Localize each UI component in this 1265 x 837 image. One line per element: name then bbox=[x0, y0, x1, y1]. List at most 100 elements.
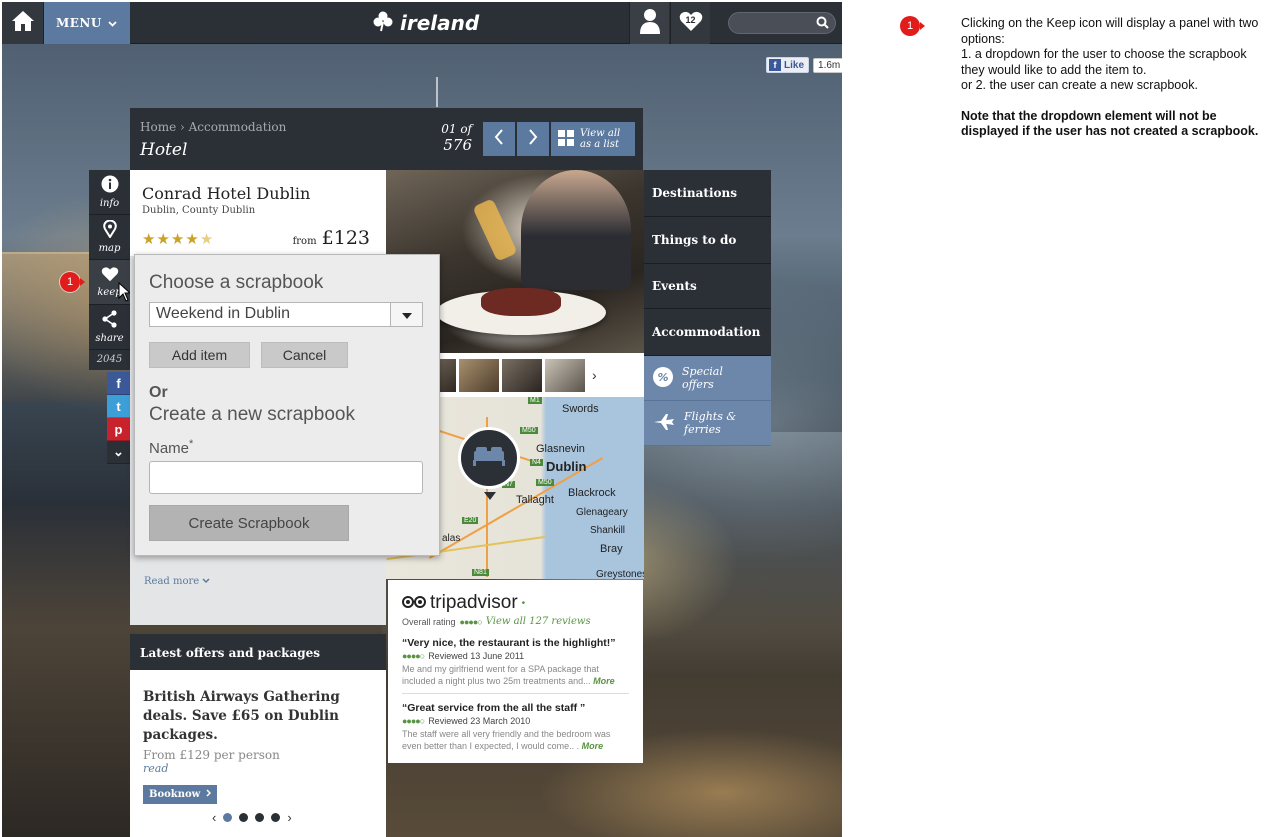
menu-label: MENU bbox=[56, 16, 102, 30]
counter-total: 576 bbox=[443, 136, 472, 154]
offers-heading: Latest offers and packages bbox=[130, 634, 386, 670]
carousel-prev-icon[interactable]: ‹ bbox=[212, 810, 216, 825]
thumbnails-next-icon[interactable]: › bbox=[592, 367, 597, 383]
thumbnail[interactable] bbox=[459, 358, 499, 392]
book-now-button[interactable]: Booknow bbox=[143, 785, 218, 804]
cancel-button[interactable]: Cancel bbox=[261, 342, 348, 368]
annotation-line-2: 1. a dropdown for the user to choose the… bbox=[961, 47, 1247, 77]
rating-bubbles-icon: ●●●●○ bbox=[459, 616, 483, 627]
map-road-shield: M50 bbox=[536, 479, 554, 486]
special-offers-line1: Special bbox=[682, 365, 723, 378]
pinterest-share-button[interactable]: p bbox=[107, 418, 130, 441]
menu-item-special-offers[interactable]: % Special offers bbox=[644, 356, 771, 401]
view-all-reviews-link[interactable]: View all 127 reviews bbox=[486, 616, 591, 627]
review-more-link[interactable]: More bbox=[593, 676, 615, 686]
scrapbook-actions: Add item Cancel bbox=[149, 342, 425, 368]
annotation-marker-arrow bbox=[920, 22, 925, 30]
chevron-down-icon bbox=[108, 16, 117, 30]
name-field-label: Name* bbox=[149, 438, 425, 457]
menu-button[interactable]: MENU bbox=[44, 2, 130, 44]
favourites-button[interactable]: 12 bbox=[670, 2, 710, 44]
review-meta: ●●●●○ Reviewed 23 March 2010 bbox=[402, 716, 629, 726]
menu-item-things-to-do[interactable]: Things to do bbox=[644, 217, 771, 264]
add-item-button[interactable]: Add item bbox=[149, 342, 250, 368]
or-separator: Or bbox=[149, 384, 168, 401]
scrapbook-dropdown-value[interactable]: Weekend in Dublin bbox=[149, 302, 391, 327]
special-offers-label: Special offers bbox=[682, 365, 723, 391]
breadcrumb[interactable]: Home › Accommodation bbox=[140, 120, 286, 134]
share-action[interactable]: share bbox=[89, 305, 130, 350]
review-excerpt: Me and my girlfriend went for a SPA pack… bbox=[402, 663, 629, 687]
read-more-link[interactable]: Read more bbox=[144, 576, 210, 587]
carousel-dot[interactable] bbox=[271, 813, 281, 822]
offer-card: British Airways Gathering deals. Save £6… bbox=[130, 670, 386, 837]
carousel-dot[interactable] bbox=[223, 813, 233, 822]
info-action[interactable]: info bbox=[89, 170, 130, 215]
star-empty-icon: ★ bbox=[199, 231, 215, 248]
name-label-text: Name bbox=[149, 440, 190, 457]
search-input[interactable] bbox=[729, 13, 815, 33]
marker-pointer-icon bbox=[484, 487, 496, 505]
percent-icon: % bbox=[652, 366, 674, 391]
price-from: from bbox=[292, 236, 317, 247]
star-icon: ★ bbox=[170, 231, 186, 248]
facebook-share-button[interactable]: f bbox=[107, 372, 130, 395]
map-road-shield: M1 bbox=[528, 397, 542, 404]
map-action[interactable]: map bbox=[89, 215, 130, 260]
page-title: Hotel bbox=[140, 140, 188, 160]
brand-logo[interactable]: ireland bbox=[372, 10, 479, 36]
social-share-list: f t p ⌄ bbox=[107, 372, 130, 464]
offer-price: From £129 per person bbox=[143, 748, 280, 762]
user-icon bbox=[639, 8, 661, 39]
review-item: “Very nice, the restaurant is the highli… bbox=[402, 637, 629, 687]
carousel-dot[interactable] bbox=[255, 813, 265, 822]
star-icon: ★ bbox=[142, 231, 157, 248]
page-screenshot: MENU ireland 12 f Like 1.6m Home › Accom… bbox=[2, 2, 842, 837]
menu-item-accommodation[interactable]: Accommodation bbox=[644, 309, 771, 356]
hotel-summary: Conrad Hotel Dublin Dublin, County Dubli… bbox=[130, 170, 386, 256]
bed-icon bbox=[472, 445, 506, 472]
carousel-next-icon[interactable]: › bbox=[287, 810, 291, 825]
account-button[interactable] bbox=[629, 2, 669, 44]
map-road-shield: N81 bbox=[472, 569, 489, 576]
heart-icon bbox=[101, 266, 119, 285]
create-scrapbook-button[interactable]: Create Scrapbook bbox=[149, 505, 349, 541]
action-bar: info map keep share 2045 bbox=[89, 170, 130, 370]
star-icon: ★ bbox=[185, 231, 200, 248]
next-button[interactable] bbox=[517, 122, 549, 156]
dropdown-toggle[interactable] bbox=[390, 302, 423, 327]
map-label: Bray bbox=[600, 543, 623, 555]
scrapbook-dropdown[interactable]: Weekend in Dublin bbox=[149, 302, 425, 327]
share-action-label: share bbox=[95, 333, 124, 344]
menu-item-flights-ferries[interactable]: Flights & ferries bbox=[644, 401, 771, 446]
tripadvisor-brand: tripadvisor bbox=[430, 592, 518, 613]
more-share-button[interactable]: ⌄ bbox=[107, 441, 130, 464]
twitter-share-button[interactable]: t bbox=[107, 395, 130, 418]
review-text: The staff were all very friendly and the… bbox=[402, 729, 611, 751]
thumbnail[interactable] bbox=[545, 358, 585, 392]
offer-read-link[interactable]: read bbox=[143, 762, 373, 775]
annotation-note-bold: Note that the dropdown element will not … bbox=[961, 108, 1259, 139]
chevron-down-icon bbox=[202, 576, 210, 587]
review-date: Reviewed 13 June 2011 bbox=[428, 651, 525, 661]
share-icon bbox=[101, 310, 118, 331]
search-icon[interactable] bbox=[816, 16, 829, 34]
previous-button[interactable] bbox=[483, 122, 515, 156]
facebook-like-button[interactable]: f Like bbox=[766, 57, 810, 73]
rating-bubbles-icon: ●●●●○ bbox=[402, 651, 425, 661]
hotel-map-marker[interactable] bbox=[458, 427, 520, 489]
annotation-line-1: Clicking on the Keep icon will display a… bbox=[961, 16, 1259, 46]
scrapbook-name-field[interactable] bbox=[149, 461, 423, 494]
facebook-like[interactable]: f Like 1.6m bbox=[766, 57, 842, 73]
review-more-link[interactable]: More bbox=[582, 741, 604, 751]
menu-item-events[interactable]: Events bbox=[644, 264, 771, 309]
menu-item-destinations[interactable]: Destinations bbox=[644, 170, 771, 217]
grid-icon bbox=[558, 129, 574, 149]
section-menu: Destinations Things to do Events Accommo… bbox=[644, 170, 771, 446]
home-button[interactable] bbox=[2, 2, 44, 44]
search-box[interactable] bbox=[728, 12, 836, 34]
svg-text:%: % bbox=[657, 371, 668, 384]
thumbnail[interactable] bbox=[502, 358, 542, 392]
carousel-dot[interactable] bbox=[239, 813, 249, 822]
view-all-list-button[interactable]: View all as a list bbox=[551, 122, 635, 156]
